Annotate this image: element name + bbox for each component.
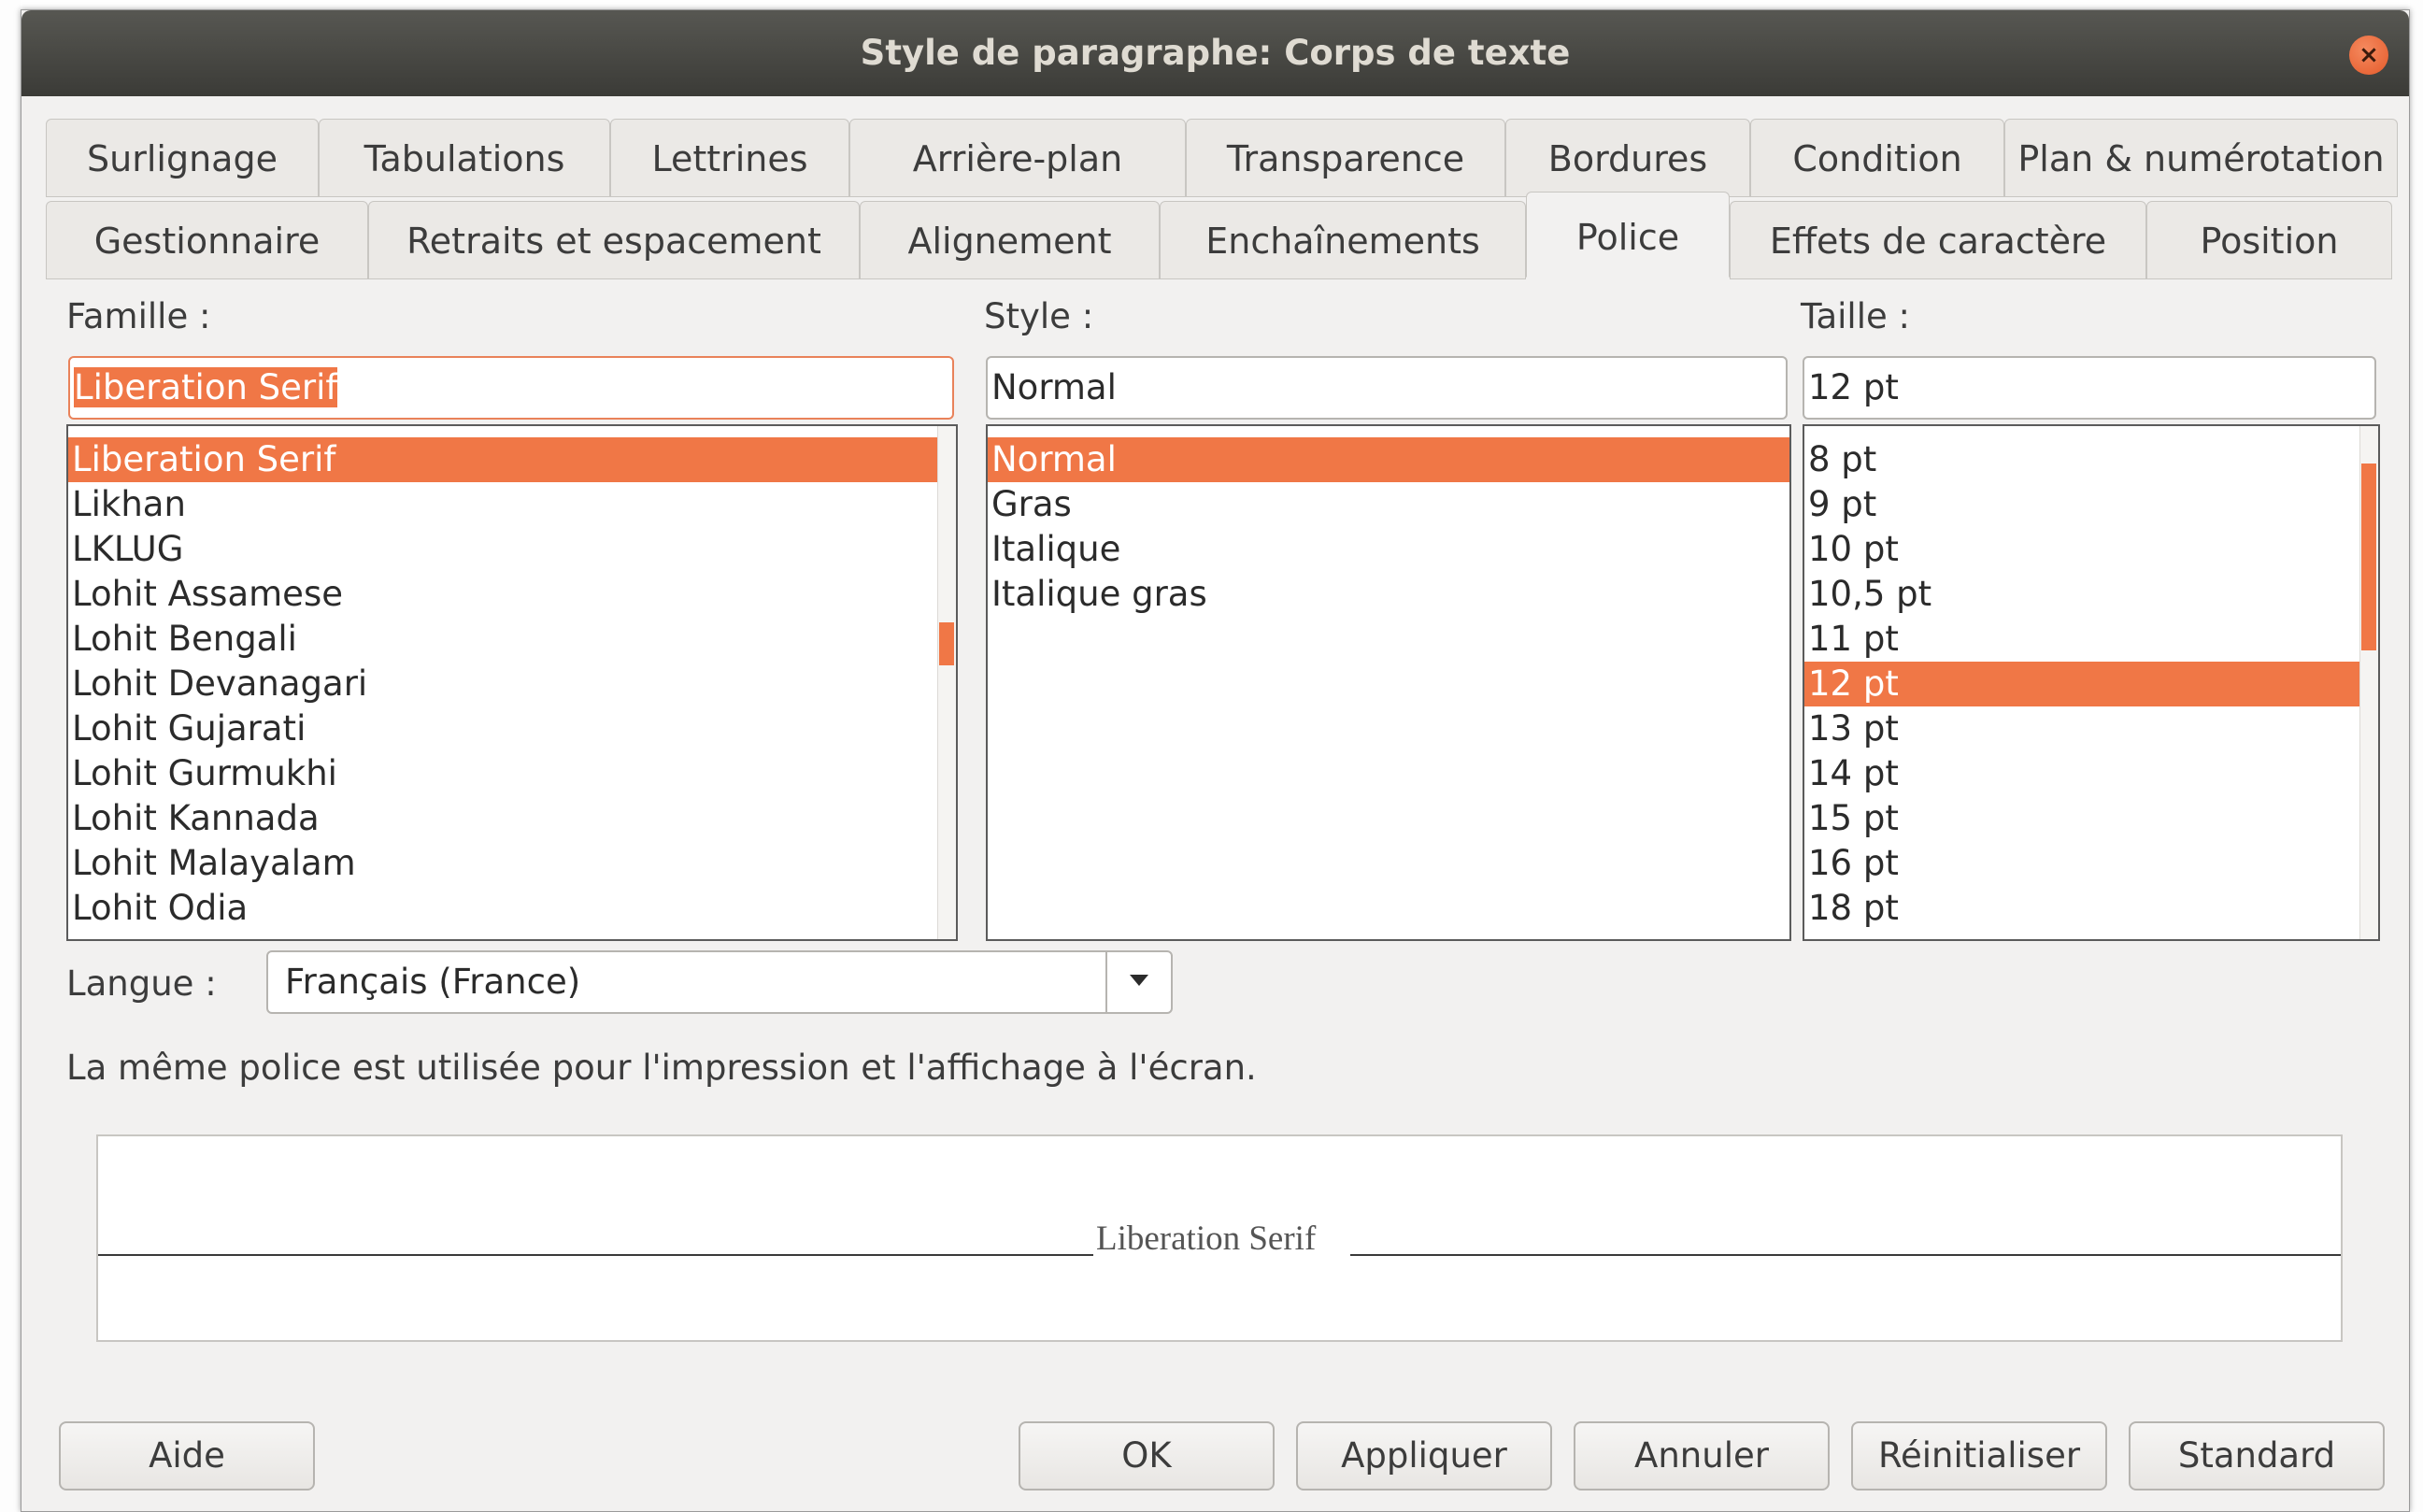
language-label: Langue :	[66, 963, 217, 1004]
family-input[interactable]: Liberation Serif	[68, 356, 954, 420]
tab-arriere-plan[interactable]: Arrière-plan	[849, 119, 1186, 197]
standard-button[interactable]: Standard	[2129, 1421, 2385, 1491]
tab-police[interactable]: Police	[1526, 192, 1730, 278]
family-list-scroll-thumb[interactable]	[939, 622, 954, 665]
language-select-value: Français (France)	[285, 962, 581, 1002]
style-list[interactable]: Normal Gras Italique Italique gras	[986, 424, 1791, 941]
family-list[interactable]: Liberation Serif Likhan LKLUG Lohit Assa…	[66, 424, 958, 941]
reset-button[interactable]: Réinitialiser	[1851, 1421, 2107, 1491]
family-list-item[interactable]: Lohit Devanagari	[68, 662, 937, 706]
tab-lettrines[interactable]: Lettrines	[610, 119, 849, 197]
size-list-item[interactable]: 9 pt	[1804, 482, 2359, 527]
size-input[interactable]: 12 pt	[1803, 356, 2376, 420]
family-list-item[interactable]: Lohit Assamese	[68, 572, 937, 617]
size-list-item[interactable]: 18 pt	[1804, 886, 2359, 931]
chevron-down-icon	[1130, 975, 1148, 986]
font-preview: Liberation Serif	[96, 1134, 2343, 1342]
size-list-item[interactable]: 13 pt	[1804, 706, 2359, 751]
style-list-item[interactable]: Gras	[988, 482, 1789, 527]
paragraph-style-dialog: Style de paragraphe: Corps de texte × Su…	[21, 9, 2410, 1512]
family-list-item[interactable]: LKLUG	[68, 527, 937, 572]
tab-retraits-espacement[interactable]: Retraits et espacement	[368, 201, 860, 279]
font-info-text: La même police est utilisée pour l'impre…	[66, 1048, 1257, 1088]
size-list-item[interactable]: 12 pt	[1804, 662, 2359, 706]
tab-bordures[interactable]: Bordures	[1505, 119, 1750, 197]
family-label: Famille :	[66, 296, 211, 336]
tab-tabulations[interactable]: Tabulations	[319, 119, 610, 197]
size-list-scroll-thumb[interactable]	[2361, 464, 2376, 650]
style-input[interactable]: Normal	[986, 356, 1788, 420]
family-list-item[interactable]: Lohit Kannada	[68, 796, 937, 841]
size-list-scrollbar[interactable]	[2359, 426, 2378, 939]
dialog-title: Style de paragraphe: Corps de texte	[860, 33, 1571, 73]
help-button[interactable]: Aide	[59, 1421, 315, 1491]
tab-gestionnaire[interactable]: Gestionnaire	[46, 201, 368, 279]
family-list-item[interactable]: Liberation Serif	[68, 437, 937, 482]
family-list-item[interactable]: Lohit Malayalam	[68, 841, 937, 886]
ok-button[interactable]: OK	[1019, 1421, 1275, 1491]
size-list-item[interactable]: 16 pt	[1804, 841, 2359, 886]
size-list-item[interactable]: 10,5 pt	[1804, 572, 2359, 617]
dropdown-arrow-button[interactable]	[1105, 952, 1171, 1012]
family-list-scrollbar[interactable]	[937, 426, 956, 939]
size-list-item[interactable]: 15 pt	[1804, 796, 2359, 841]
style-label: Style :	[984, 296, 1094, 336]
tab-row-1: Surlignage Tabulations Lettrines Arrière…	[46, 119, 2398, 197]
tab-condition[interactable]: Condition	[1750, 119, 2004, 197]
cancel-button[interactable]: Annuler	[1574, 1421, 1830, 1491]
apply-button[interactable]: Appliquer	[1296, 1421, 1552, 1491]
size-list-item[interactable]: 11 pt	[1804, 617, 2359, 662]
tab-bar: Surlignage Tabulations Lettrines Arrière…	[46, 111, 2398, 283]
tab-alignement[interactable]: Alignement	[860, 201, 1160, 279]
preview-sample-text: Liberation Serif	[1096, 1220, 1317, 1258]
family-list-item[interactable]: Lohit Gurmukhi	[68, 751, 937, 796]
family-list-item[interactable]: Lohit Bengali	[68, 617, 937, 662]
size-label: Taille :	[1801, 296, 1910, 336]
family-input-value: Liberation Serif	[74, 367, 338, 407]
size-list-item[interactable]: 8 pt	[1804, 437, 2359, 482]
family-list-item[interactable]: Lohit Gujarati	[68, 706, 937, 751]
tab-surlignage[interactable]: Surlignage	[46, 119, 319, 197]
tab-effets-caractere[interactable]: Effets de caractère	[1730, 201, 2146, 279]
family-list-item[interactable]: Lohit Odia	[68, 886, 937, 931]
tab-position[interactable]: Position	[2146, 201, 2392, 279]
size-list[interactable]: 8 pt 9 pt 10 pt 10,5 pt 11 pt 12 pt 13 p…	[1803, 424, 2380, 941]
size-list-item[interactable]: 10 pt	[1804, 527, 2359, 572]
tab-row-2: Gestionnaire Retraits et espacement Alig…	[46, 192, 2398, 279]
preview-baseline-right	[1350, 1254, 2341, 1256]
tab-plan-numerotation[interactable]: Plan & numérotation	[2004, 119, 2398, 197]
style-list-item[interactable]: Italique gras	[988, 572, 1789, 617]
close-icon[interactable]: ×	[2349, 36, 2388, 75]
tab-transparence[interactable]: Transparence	[1186, 119, 1505, 197]
tab-enchainements[interactable]: Enchaînements	[1160, 201, 1526, 279]
preview-baseline-left	[98, 1254, 1093, 1256]
family-list-item[interactable]: Likhan	[68, 482, 937, 527]
desktop-background-left	[0, 0, 21, 1512]
desktop-background-right	[2410, 0, 2423, 1512]
style-list-item[interactable]: Normal	[988, 437, 1789, 482]
size-list-item[interactable]: 14 pt	[1804, 751, 2359, 796]
language-select[interactable]: Français (France)	[266, 950, 1173, 1014]
style-list-item[interactable]: Italique	[988, 527, 1789, 572]
title-bar[interactable]: Style de paragraphe: Corps de texte ×	[21, 10, 2409, 96]
